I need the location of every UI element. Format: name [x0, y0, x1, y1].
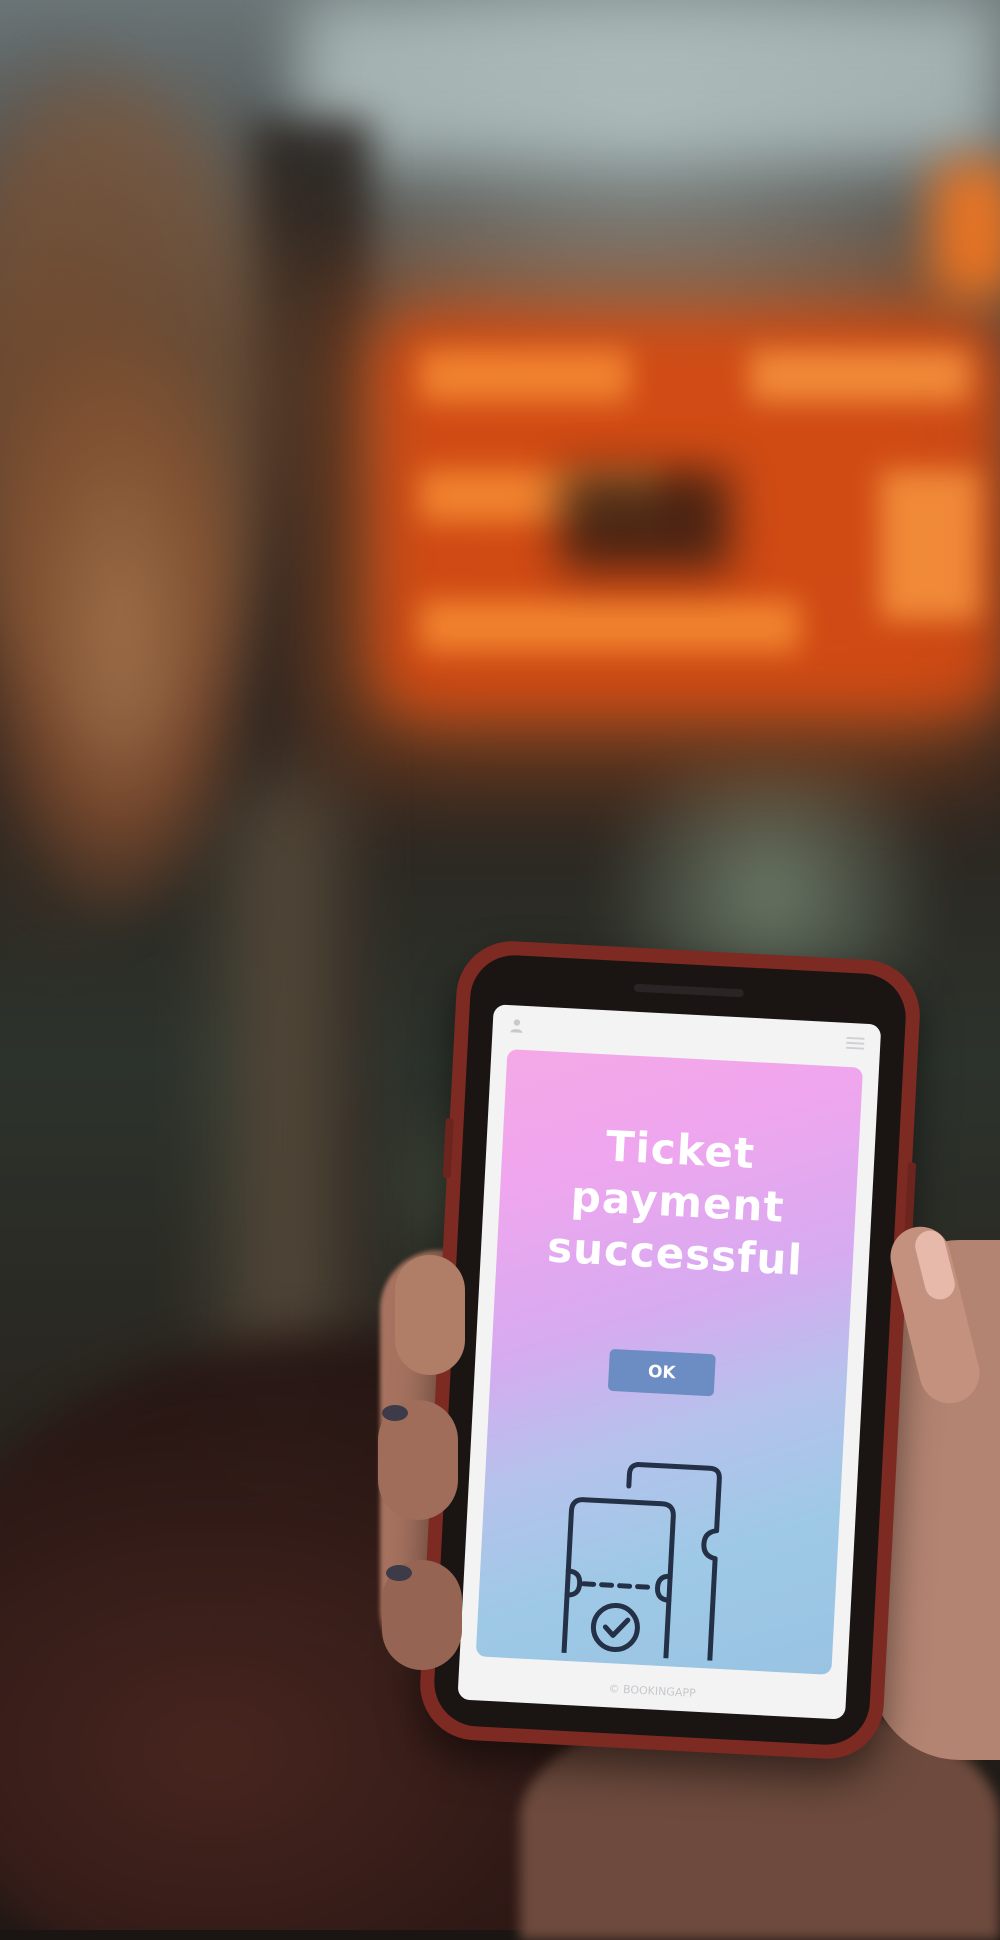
volume-button — [442, 1117, 454, 1179]
user-icon[interactable] — [508, 1017, 525, 1034]
fingernail — [382, 1405, 408, 1421]
sky-blur — [300, 0, 1000, 160]
phone-screen: Ticket payment successful OK © BOOKINGAP… — [457, 1004, 882, 1720]
fingernail — [386, 1565, 412, 1581]
speaker-notch — [633, 983, 744, 998]
phone-bezel: Ticket payment successful OK © BOOKINGAP… — [432, 953, 908, 1747]
payment-success-card: Ticket payment successful OK — [475, 1049, 864, 1675]
menu-icon[interactable] — [846, 1036, 865, 1050]
sign-gap — [560, 470, 730, 570]
ok-button[interactable]: OK — [607, 1348, 716, 1397]
app-footer: © BOOKINGAPP — [608, 1682, 696, 1700]
smartphone: Ticket payment successful OK © BOOKINGAP… — [417, 938, 923, 1762]
sign-top-light — [930, 160, 1000, 300]
ticket-check-icon — [561, 1462, 722, 1663]
success-title: Ticket payment successful — [496, 1115, 860, 1289]
finger — [395, 1255, 465, 1375]
